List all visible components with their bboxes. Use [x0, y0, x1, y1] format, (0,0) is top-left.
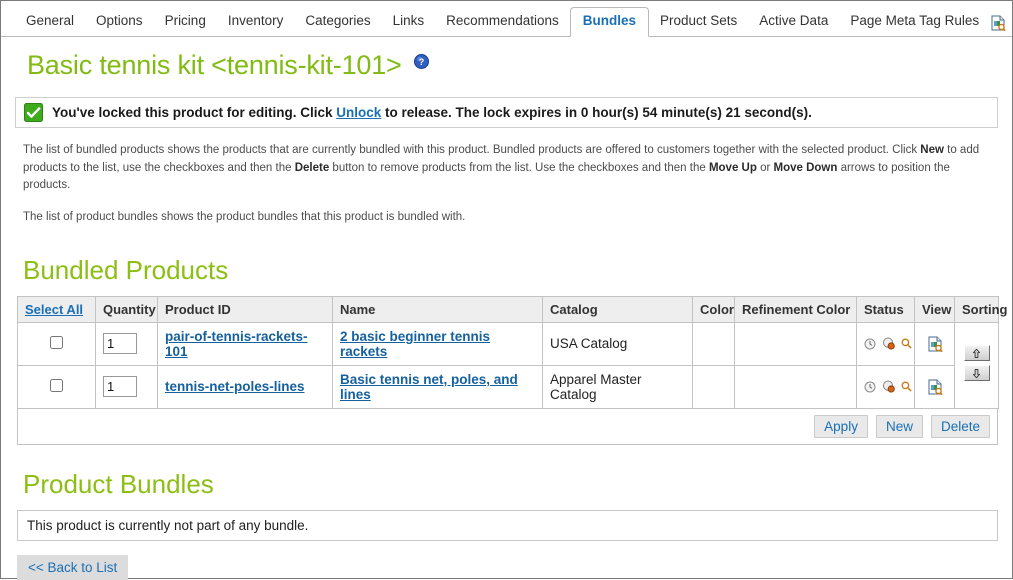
product-name-link[interactable]: 2 basic beginner tennis rackets	[340, 329, 490, 359]
svg-text:?: ?	[418, 57, 424, 67]
palette-icon[interactable]	[882, 380, 895, 394]
intro-emphasis: New	[920, 143, 944, 156]
intro-emphasis: Move Up	[708, 161, 757, 174]
row-name-cell: 2 basic beginner tennis rackets	[332, 321, 543, 366]
row-catalog-cell: USA Catalog	[542, 321, 693, 366]
table-row: pair-of-tennis-rackets-101 2 basic begin…	[17, 321, 999, 409]
row-view-cell	[914, 364, 955, 409]
tab-categories[interactable]: Categories	[294, 8, 381, 37]
intro-paragraph-1: The list of bundled products shows the p…	[23, 142, 990, 195]
bundled-products-heading: Bundled Products	[23, 254, 229, 285]
intro-text: The list of bundled products shows the p…	[23, 143, 921, 156]
intro-text: button to remove products from the list.…	[329, 161, 709, 174]
product-name-link[interactable]: Basic tennis net, poles, and lines	[340, 372, 518, 402]
select-all-link[interactable]: Select All	[25, 302, 83, 317]
quantity-input[interactable]	[103, 333, 137, 355]
tab-general[interactable]: General	[15, 8, 85, 37]
tab-recommendations[interactable]: Recommendations	[435, 8, 570, 37]
row-color-cell	[692, 321, 735, 366]
row-color-cell	[692, 364, 735, 409]
row-select-cell	[17, 364, 96, 409]
column-header-product-id: Product ID	[157, 295, 333, 323]
palette-icon[interactable]	[882, 337, 895, 351]
magnifier-icon[interactable]	[901, 338, 912, 350]
arrow-down-icon	[971, 368, 982, 379]
bundled-products-table-wrap: Select All Quantity Product ID Name Cata…	[17, 295, 1008, 445]
lock-message: You've locked this product for editing. …	[52, 105, 812, 120]
table-header-row: Select All Quantity Product ID Name Cata…	[17, 295, 1008, 323]
apply-button[interactable]: Apply	[814, 414, 868, 438]
tab-inventory[interactable]: Inventory	[217, 8, 295, 37]
help-circle-icon[interactable]: ?	[413, 54, 429, 69]
quantity-input[interactable]	[103, 376, 137, 398]
tab-active-data[interactable]: Active Data	[748, 8, 839, 37]
delete-button[interactable]: Delete	[930, 414, 990, 438]
document-search-icon[interactable]	[990, 15, 1006, 32]
clock-icon[interactable]	[864, 338, 876, 350]
column-header-status: Status	[856, 295, 915, 323]
row-product-id-cell: pair-of-tennis-rackets-101	[157, 321, 333, 366]
row-checkbox[interactable]	[50, 378, 63, 392]
move-down-button[interactable]	[963, 365, 990, 382]
column-header-view: View	[914, 295, 955, 323]
tab-bar: General Options Pricing Inventory Catego…	[1, 1, 1012, 37]
product-bundles-heading: Product Bundles	[23, 468, 214, 499]
tab-bundles[interactable]: Bundles	[569, 6, 649, 37]
row-checkbox[interactable]	[50, 335, 63, 349]
column-header-catalog: Catalog	[542, 295, 693, 323]
tab-page-meta-tag-rules[interactable]: Page Meta Tag Rules	[839, 8, 990, 37]
intro-emphasis: Delete	[294, 161, 330, 174]
row-status-cell	[856, 364, 915, 409]
footer-actions: << Back to List	[17, 554, 1012, 580]
column-header-color: Color	[692, 295, 735, 323]
lock-banner: You've locked this product for editing. …	[15, 96, 998, 128]
table-action-buttons: Apply New Delete	[17, 408, 998, 445]
row-refinement-color-cell	[734, 321, 857, 366]
green-check-badge-icon	[24, 102, 43, 122]
back-to-list-button[interactable]: << Back to List	[17, 554, 129, 580]
intro-text: or	[756, 161, 774, 174]
row-quantity-cell	[95, 364, 158, 409]
table-row: tennis-net-poles-lines Basic tennis net,…	[17, 364, 999, 409]
column-header-quantity: Quantity	[95, 295, 158, 323]
tab-options[interactable]: Options	[85, 8, 154, 37]
magnifier-icon[interactable]	[901, 381, 912, 393]
arrow-up-icon	[971, 348, 982, 359]
row-status-cell	[856, 321, 915, 366]
page-title: Basic tennis kit <tennis-kit-101>	[27, 50, 402, 80]
new-button[interactable]: New	[875, 414, 923, 438]
column-header-select-all: Select All	[17, 295, 96, 323]
document-search-icon[interactable]	[927, 336, 943, 353]
unlock-link[interactable]: Unlock	[336, 105, 381, 120]
tab-product-sets[interactable]: Product Sets	[649, 8, 748, 37]
row-quantity-cell	[95, 321, 158, 366]
row-sorting-cell	[954, 321, 999, 409]
intro-paragraph-2: The list of product bundles shows the pr…	[23, 211, 466, 224]
product-id-link[interactable]: pair-of-tennis-rackets-101	[165, 329, 308, 359]
row-name-cell: Basic tennis net, poles, and lines	[332, 364, 543, 409]
tab-pricing[interactable]: Pricing	[154, 8, 217, 37]
lock-message-after: to release. The lock expires in 0 hour(s…	[381, 104, 812, 120]
intro-emphasis: Move Down	[773, 161, 838, 174]
document-search-icon[interactable]	[927, 379, 943, 396]
column-header-name: Name	[332, 295, 543, 323]
column-header-refinement-color: Refinement Color	[734, 295, 857, 323]
row-view-cell	[914, 321, 955, 366]
page-title-row: Basic tennis kit <tennis-kit-101> ?	[1, 37, 1012, 87]
row-product-id-cell: tennis-net-poles-lines	[157, 364, 333, 409]
product-bundles-empty-message: This product is currently not part of an…	[17, 509, 998, 541]
row-refinement-color-cell	[734, 364, 857, 409]
column-header-sorting: Sorting	[954, 295, 1008, 323]
tab-links[interactable]: Links	[382, 8, 436, 37]
move-up-button[interactable]	[963, 345, 990, 362]
bundled-products-table: Select All Quantity Product ID Name Cata…	[17, 295, 1008, 409]
product-id-link[interactable]: tennis-net-poles-lines	[165, 379, 305, 394]
row-catalog-cell: Apparel Master Catalog	[542, 364, 693, 409]
row-select-cell	[17, 321, 96, 366]
lock-message-before: You've locked this product for editing. …	[52, 104, 337, 120]
clock-icon[interactable]	[864, 381, 876, 393]
